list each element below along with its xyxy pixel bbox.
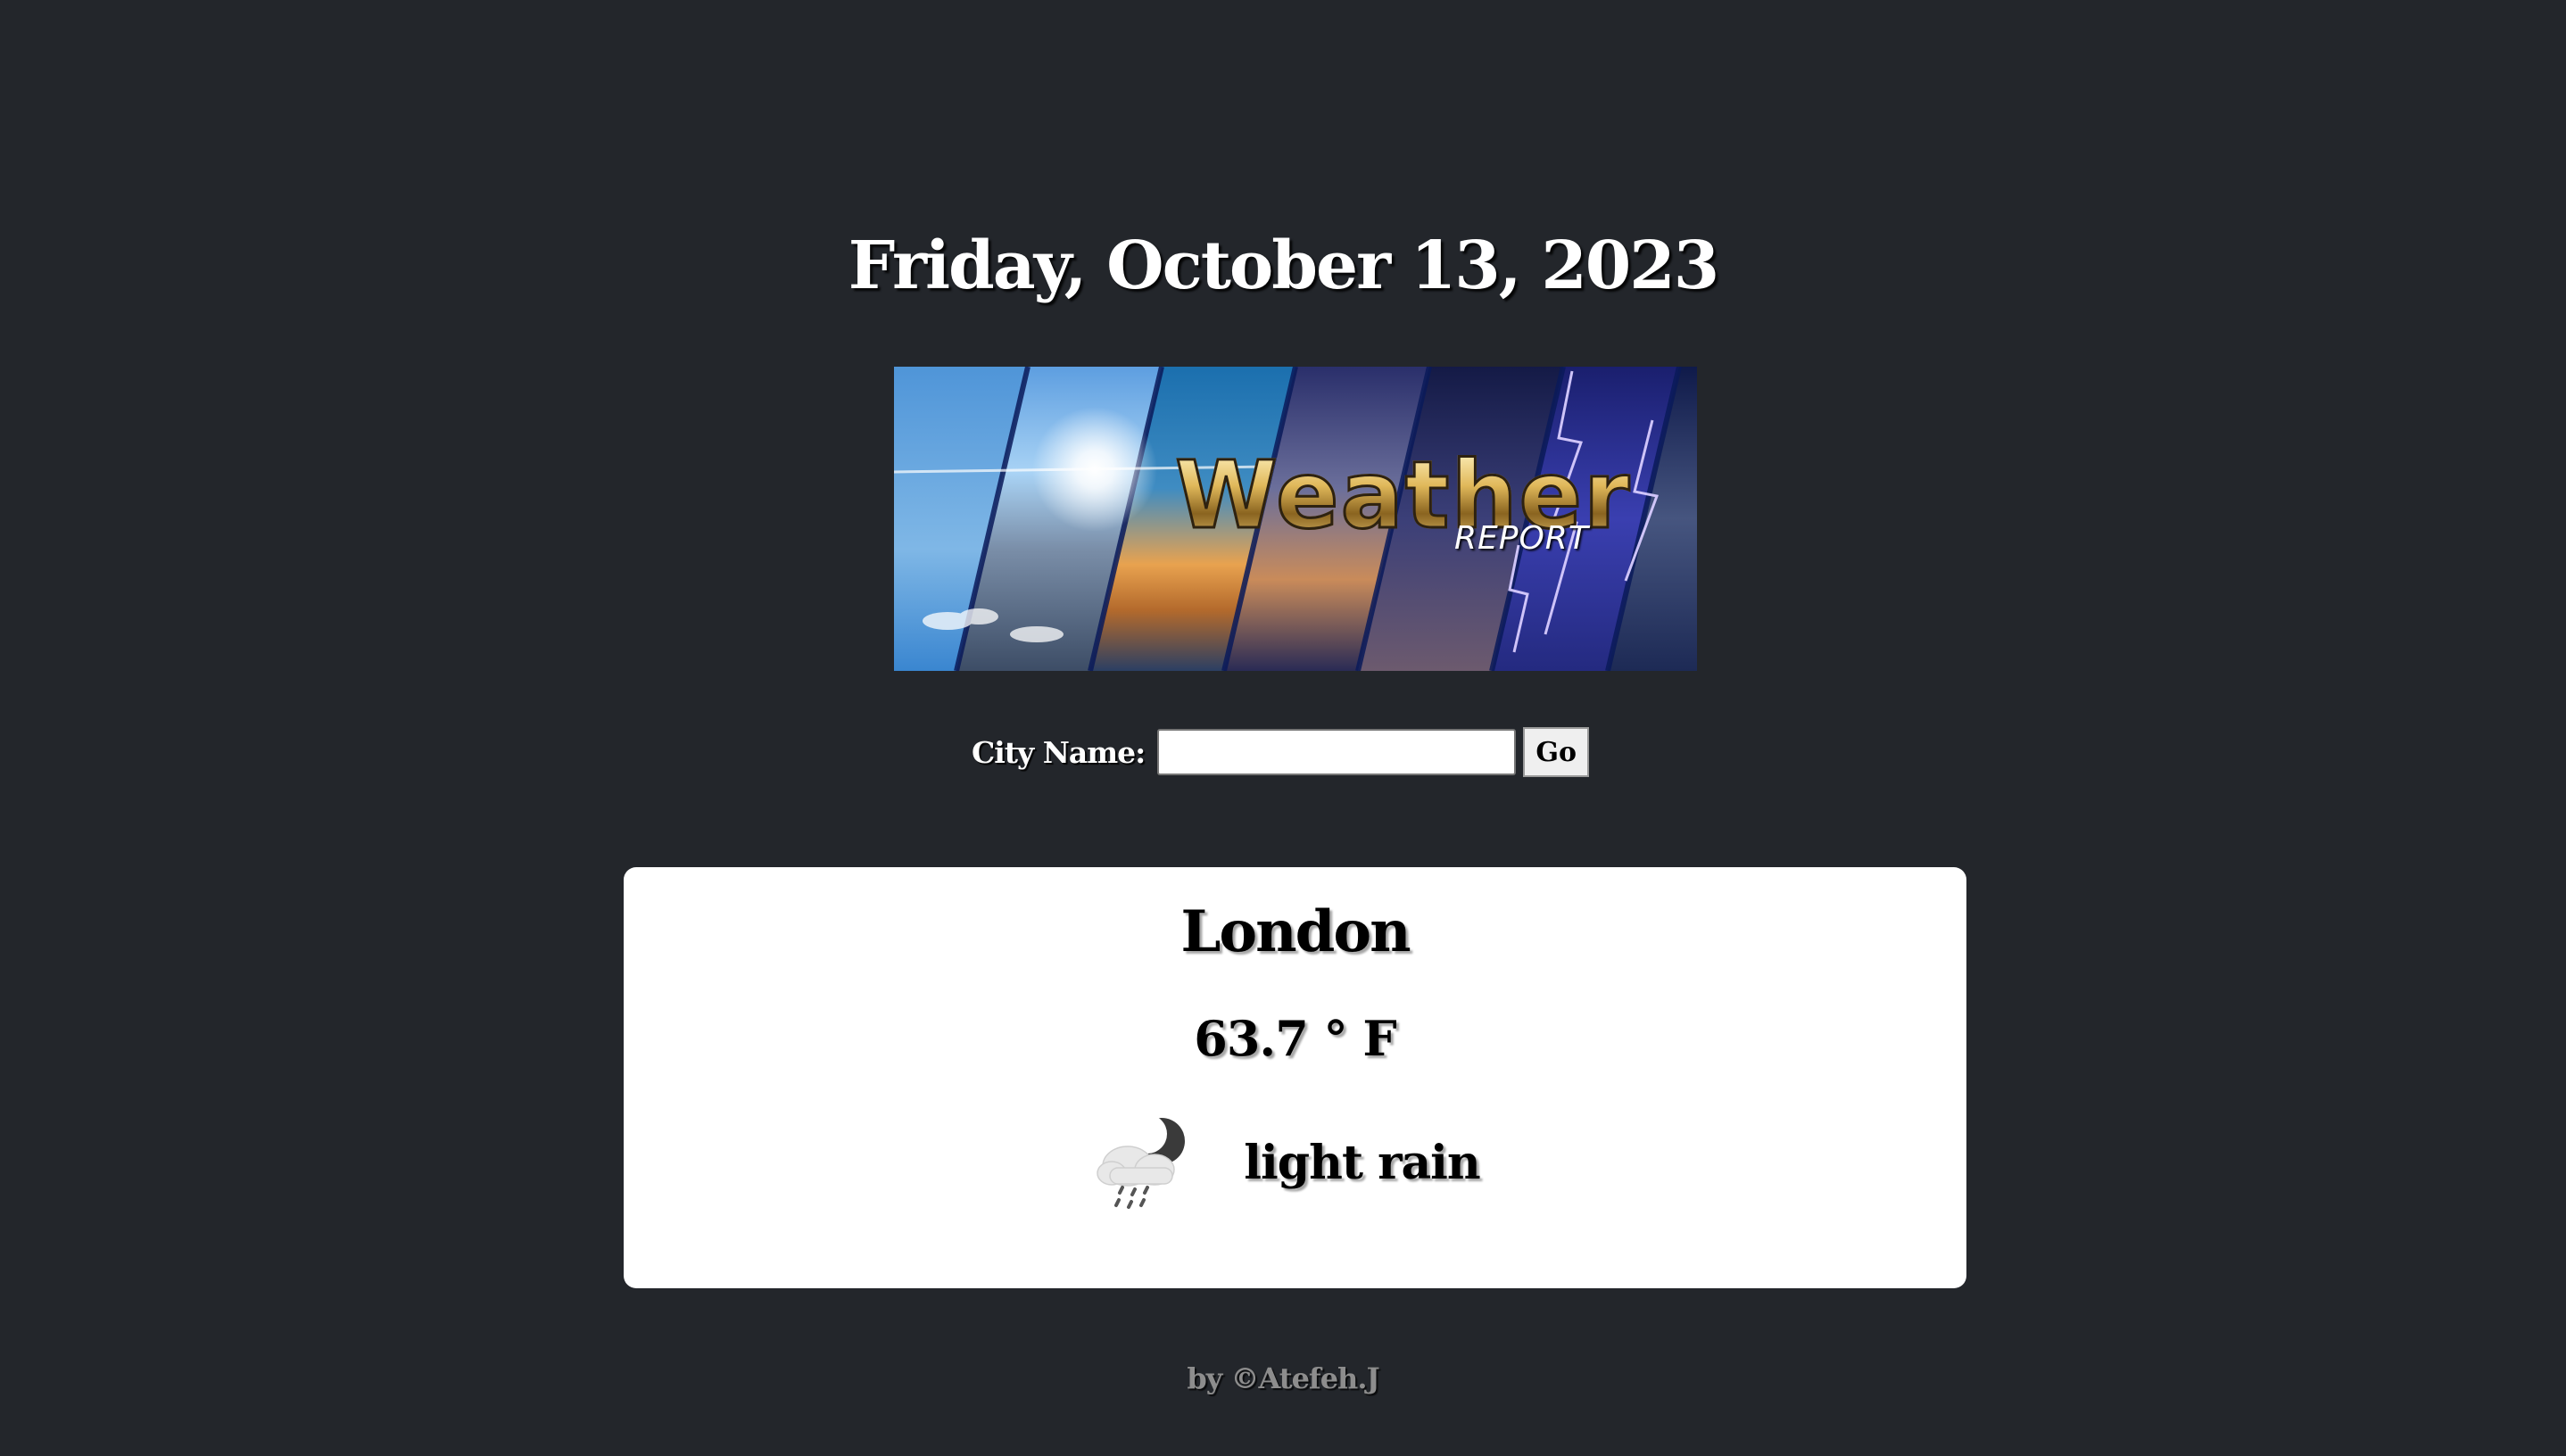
weather-report-banner: Weather REPORT xyxy=(894,367,1697,671)
page-title-date: Friday, October 13, 2023 xyxy=(848,228,1720,304)
condition-row: light rain xyxy=(624,1114,1966,1212)
banner-subtitle: REPORT xyxy=(1454,520,1589,557)
footer-credit: by ©Atefeh.J xyxy=(1187,1361,1379,1395)
city-name-input[interactable] xyxy=(1157,729,1517,775)
go-button[interactable]: Go xyxy=(1523,727,1589,777)
city-search-form: City Name: Go xyxy=(0,727,2566,777)
city-name: London xyxy=(1180,898,1411,965)
city-name-label: City Name: xyxy=(972,734,1146,770)
weather-card: London 63.7 ° F light rain xyxy=(624,867,1966,1288)
temperature: 63.7 ° F xyxy=(1194,1010,1396,1067)
night-light-rain-icon xyxy=(1092,1114,1190,1212)
weather-condition: light rain xyxy=(1244,1136,1480,1190)
